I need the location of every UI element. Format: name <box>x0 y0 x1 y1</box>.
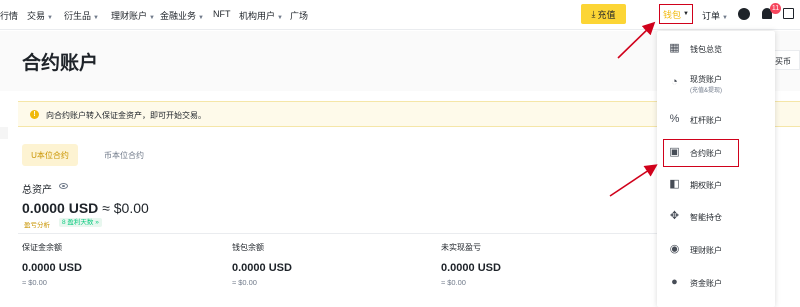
user-icon[interactable] <box>738 8 750 20</box>
menu-item-margin-account[interactable]: % 杠杆账户 <box>657 106 775 134</box>
nav-item-trade[interactable]: 交易 ▼ <box>27 9 53 22</box>
options-icon: ◧ <box>669 178 680 190</box>
side-tab-edge <box>0 127 8 139</box>
nav-item-derivatives[interactable]: 衍生品 ▼ <box>64 9 99 22</box>
metric-value: 0.0000 USD <box>441 262 501 274</box>
caret-down-icon: ▼ <box>47 15 53 21</box>
caret-down-icon: ▼ <box>149 15 155 21</box>
total-value-usd: 0.0000 USD <box>22 200 99 216</box>
menu-item-label: 杠杆账户 <box>690 116 722 125</box>
nav-item-finance[interactable]: 金融业务 ▼ <box>160 9 204 22</box>
metric-value: 0.0000 USD <box>232 262 292 274</box>
pnl-analysis-link[interactable]: 盈亏分析 <box>24 219 50 229</box>
menu-item-funding-account[interactable]: ● 资金账户 <box>657 269 775 297</box>
nav-label: 衍生品 <box>64 11 92 21</box>
nav-label: 广场 <box>290 11 309 21</box>
nav-label: NFT <box>213 9 231 19</box>
wallet-dropdown-menu: ▦ 钱包总览 ◔ 现货账户 (充值&提现) % 杠杆账户 ▣ 合约账户 ◧ 期权… <box>657 31 775 307</box>
nav-item-square[interactable]: 广场 <box>290 9 308 22</box>
menu-item-label: 钱包总览 <box>690 45 722 54</box>
menu-item-label: 期权账户 <box>690 181 722 190</box>
metric-label: 钱包余额 <box>232 243 264 252</box>
nav-item-market[interactable]: 行情 <box>0 9 18 22</box>
caret-down-icon: ▼ <box>277 15 283 21</box>
orders-label: 订单 <box>702 11 721 21</box>
tab-usdm-futures[interactable]: U本位合约 <box>22 144 78 166</box>
smart-icon: ✥ <box>669 210 680 222</box>
menu-item-smart-position[interactable]: ✥ 智能持仓 <box>657 203 775 231</box>
metric-approx: ≈ $0.00 <box>22 278 47 287</box>
menu-item-label: 理财账户 <box>690 246 722 255</box>
grid-icon: ▦ <box>669 42 680 54</box>
menu-item-label: 资金账户 <box>690 279 722 288</box>
nav-label: 金融业务 <box>160 11 197 21</box>
recharge-button[interactable]: ⤓ 充值 <box>581 4 626 24</box>
menu-item-sublabel: (充值&提现) <box>690 88 722 94</box>
nav-item-institutional[interactable]: 机构用户 ▼ <box>239 9 283 22</box>
caret-down-icon: ▼ <box>93 15 99 21</box>
earn-icon: ◉ <box>669 243 680 255</box>
download-icon: ⤓ <box>591 8 596 19</box>
caret-down-icon: ▼ <box>722 15 728 21</box>
nav-label: 机构用户 <box>239 11 276 21</box>
total-value-approx: ≈ $0.00 <box>98 200 149 216</box>
tab-coinm-futures[interactable]: 币本位合约 <box>104 150 144 161</box>
metric-value: 0.0000 USD <box>22 262 82 274</box>
menu-item-options-account[interactable]: ◧ 期权账户 <box>657 171 775 199</box>
nav-label: 交易 <box>27 11 46 21</box>
margin-balance-metric: 保证金余额 0.0000 USD ≈ $0.00 <box>22 242 82 287</box>
unrealized-pnl-metric: 未实现盈亏 0.0000 USD ≈ $0.00 <box>441 242 501 287</box>
orders-nav-button[interactable]: 订单 ▼ <box>702 9 728 22</box>
funding-icon: ● <box>671 276 678 288</box>
menu-item-spot-account[interactable]: ◔ 现货账户 (充值&提现) <box>657 69 775 103</box>
metric-approx: ≈ $0.00 <box>441 278 466 287</box>
menu-item-label: 现货账户 <box>690 75 722 84</box>
total-assets-value: 0.0000 USD ≈ $0.00 <box>22 200 149 216</box>
nav-label: 理财账户 <box>111 11 148 21</box>
page-title: 合约账户 <box>22 53 99 74</box>
notice-text: 向合约账户转入保证金资产，即可开始交易。 <box>46 111 206 120</box>
caret-down-icon: ▼ <box>683 11 689 17</box>
metric-approx: ≈ $0.00 <box>232 278 257 287</box>
nav-item-nft[interactable]: NFT <box>213 9 231 19</box>
download-app-icon[interactable] <box>783 8 794 19</box>
menu-item-label: 智能持仓 <box>690 213 722 222</box>
nav-label: 行情 <box>0 11 19 21</box>
profit-days-badge[interactable]: 8 盈利天数 » <box>59 218 102 227</box>
divider <box>18 233 658 234</box>
percent-icon: % <box>669 113 680 125</box>
spot-icon: ◔ <box>671 76 678 88</box>
wallet-nav-button[interactable]: 钱包 ▼ <box>659 4 693 24</box>
notification-badge: 11 <box>770 3 781 14</box>
total-assets-label: 总资产 <box>22 185 52 196</box>
wallet-balance-metric: 钱包余额 0.0000 USD ≈ $0.00 <box>232 242 292 287</box>
arrow-to-futures <box>609 164 658 197</box>
futures-account-highlight-box <box>663 139 739 167</box>
recharge-label: 充值 <box>597 9 616 20</box>
caret-down-icon: ▼ <box>198 15 204 21</box>
info-icon: ! <box>30 110 39 119</box>
eye-icon[interactable] <box>59 183 68 189</box>
top-navigation: 行情 交易 ▼ 衍生品 ▼ 理财账户 ▼ 金融业务 ▼ NFT 机构用户 ▼ 广场 ⤓ 充… <box>0 0 800 30</box>
nav-item-earn[interactable]: 理财账户 ▼ <box>111 9 155 22</box>
metric-label: 保证金余额 <box>22 243 62 252</box>
metric-label: 未实现盈亏 <box>441 243 481 252</box>
menu-item-wallet-overview[interactable]: ▦ 钱包总览 <box>657 35 775 63</box>
wallet-label: 钱包 <box>663 9 682 20</box>
menu-item-earn-account[interactable]: ◉ 理财账户 <box>657 236 775 264</box>
